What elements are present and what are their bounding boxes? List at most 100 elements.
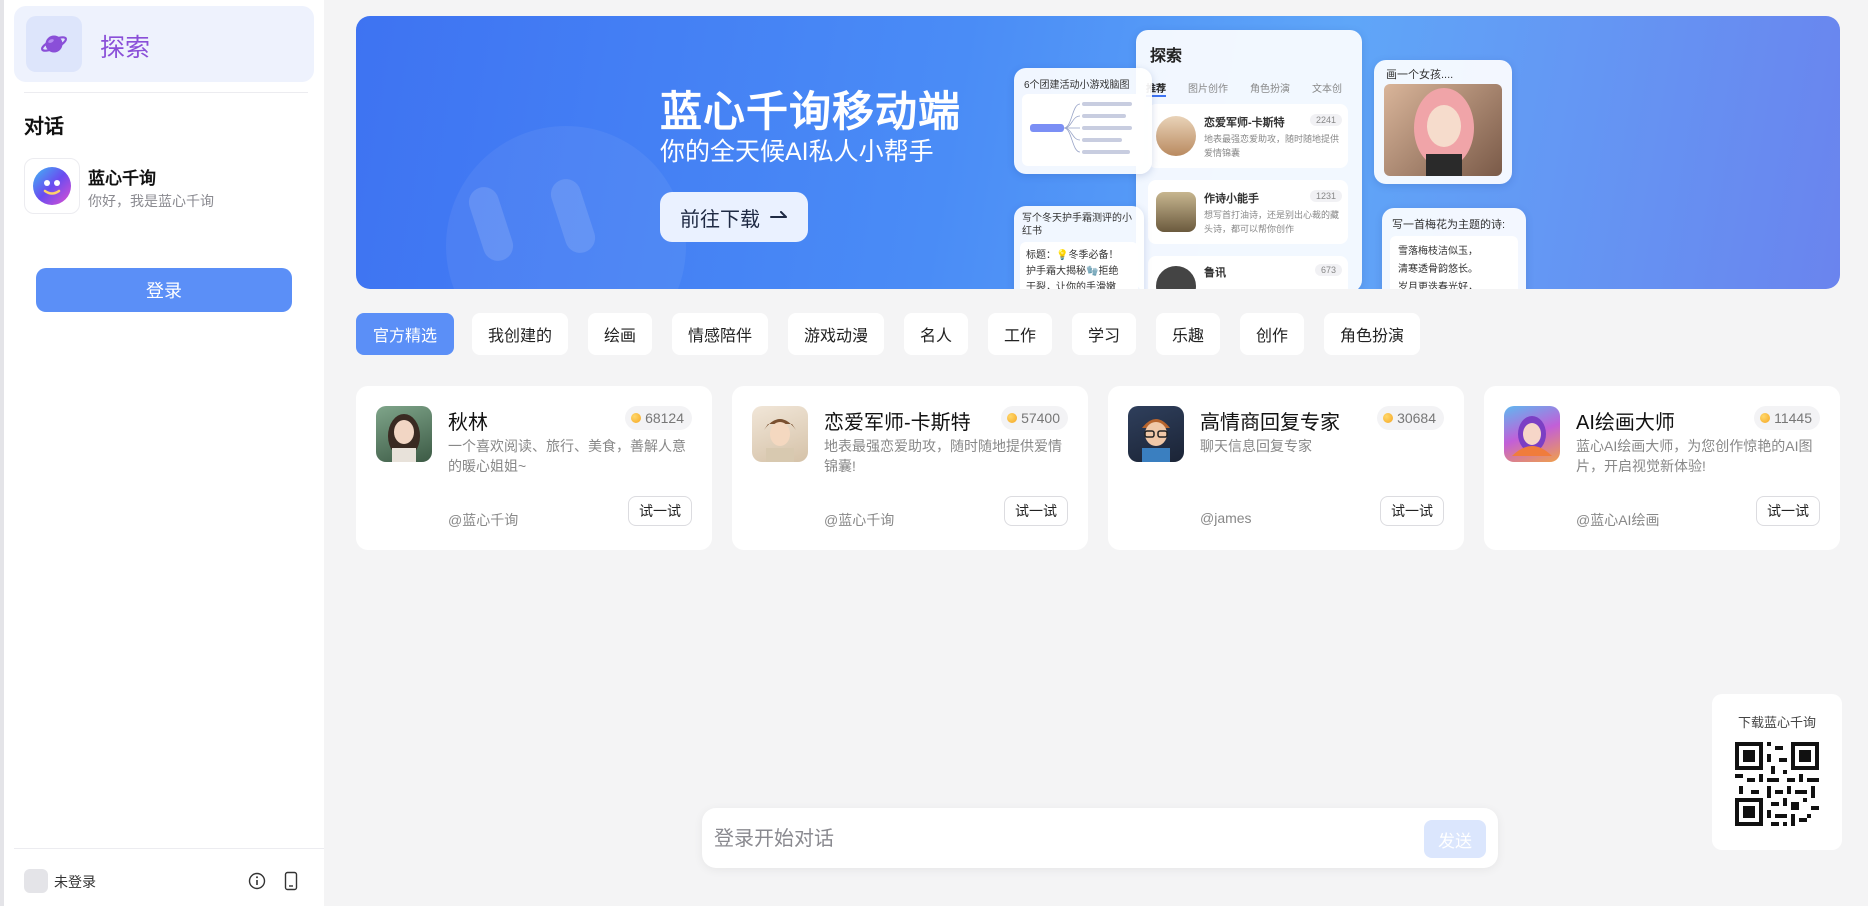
download-button[interactable]: 前往下载 <box>660 192 808 242</box>
card-author: @james <box>1200 510 1252 526</box>
mock-item-count: 2241 <box>1309 114 1342 126</box>
card-title: 恋爱军师-卡斯特 <box>824 412 971 434</box>
user-avatar[interactable] <box>24 869 48 893</box>
sidebar-item-explore[interactable]: 探索 <box>14 6 314 82</box>
mindmap-icon <box>1022 94 1144 166</box>
sidebar: 探索 对话 蓝心千询 你好，我是蓝心千询 登录 未登录 <box>0 0 324 906</box>
mock-note-line: 护手霜大揭秘🧤拒绝 <box>1026 266 1119 277</box>
mock-mindmap-title: 6个团建活动小游戏脑图 <box>1024 80 1130 91</box>
count-badge: 30684 <box>1377 406 1444 430</box>
tab-roleplay[interactable]: 角色扮演 <box>1324 313 1420 355</box>
chat-input[interactable] <box>712 818 1376 860</box>
mock-tab: 文本创 <box>1312 84 1342 95</box>
mock-poem-line: 岁月更迭春光好， <box>1398 282 1478 289</box>
mock-avatar <box>1156 266 1196 289</box>
qr-label: 下载蓝心千询 <box>1737 715 1816 730</box>
mock-item-desc: 想写首打油诗，还是别出心裁的藏头诗，都可以帮你创作 <box>1204 210 1340 234</box>
avatar <box>24 158 80 214</box>
coin-icon <box>631 413 642 423</box>
tab-celebrity[interactable]: 名人 <box>904 313 968 355</box>
count-value: 30684 <box>1397 410 1436 426</box>
divider <box>14 848 324 849</box>
count-value: 11445 <box>1774 410 1812 426</box>
phone-icon[interactable] <box>282 871 300 896</box>
chat-subtitle: 你好，我是蓝心千询 <box>88 193 214 209</box>
download-button-label: 前往下载 <box>680 208 760 231</box>
card-title: 高情商回复专家 <box>1200 412 1340 434</box>
mock-avatar <box>1156 116 1196 156</box>
mock-explore-title: 探索 <box>1150 48 1183 65</box>
try-button[interactable]: 试一试 <box>1380 496 1444 526</box>
tab-emotion[interactable]: 情感陪伴 <box>672 313 768 355</box>
agent-card[interactable]: 高情商回复专家 30684 聊天信息回复专家 @james 试一试 <box>1108 386 1464 550</box>
coin-icon <box>1760 413 1771 423</box>
mock-tab: 角色扮演 <box>1250 84 1290 95</box>
coin-icon <box>1007 413 1018 423</box>
card-description: 蓝心AI绘画大师，为您创作惊艳的AI图片，开启视觉新体验! <box>1576 438 1813 474</box>
count-value: 68124 <box>645 410 684 426</box>
chat-list-item[interactable]: 蓝心千询 你好，我是蓝心千询 <box>24 158 308 218</box>
mock-note-title: 写个冬天护手霜测评的小红书 <box>1022 213 1132 237</box>
count-value: 57400 <box>1021 410 1060 426</box>
mock-item-name: 恋爱军师-卡斯特 <box>1204 117 1285 129</box>
mock-image-title: 画一个女孩.... <box>1386 69 1454 81</box>
section-title: 对话 <box>24 116 64 138</box>
agent-card[interactable]: 恋爱军师-卡斯特 57400 地表最强恋爱助攻，随时随地提供爱情锦囊! @蓝心千… <box>732 386 1088 550</box>
mock-item-count: 1231 <box>1309 190 1342 202</box>
qr-download-panel: 下载蓝心千询 <box>1712 694 1842 850</box>
mock-poem-body: 雪落梅枝洁似玉， 清寒透骨韵悠长。 岁月更迭春光好， <box>1390 236 1518 289</box>
mock-mindmap-card: 6个团建活动小游戏脑图 <box>1014 68 1152 174</box>
banner-subtitle: 你的全天候AI私人小帮手 <box>660 138 934 166</box>
mock-poem-line: 雪落梅枝洁似玉， <box>1398 246 1478 257</box>
arrow-right-icon <box>770 206 788 229</box>
mock-list-item: 作诗小能手 1231 想写首打油诗，还是别出心裁的藏头诗，都可以帮你创作 <box>1148 180 1348 244</box>
tab-fun[interactable]: 乐趣 <box>1156 313 1220 355</box>
tab-study[interactable]: 学习 <box>1072 313 1136 355</box>
count-badge: 11445 <box>1754 406 1820 430</box>
mock-list-item: 恋爱军师-卡斯特 2241 地表最强恋爱助攻，随时随地提供爱情锦囊 <box>1148 104 1348 168</box>
card-author: @蓝心千询 <box>824 512 895 528</box>
mock-item-name: 鲁讯 <box>1204 267 1226 279</box>
login-button[interactable]: 登录 <box>36 268 292 312</box>
mock-note-line: 标题：💡冬季必备！ <box>1026 250 1119 261</box>
mock-note-card: 写个冬天护手霜测评的小红书 标题：💡冬季必备！ 护手霜大揭秘🧤拒绝 干裂，让你的… <box>1014 206 1144 289</box>
chat-name: 蓝心千询 <box>88 169 156 188</box>
try-button[interactable]: 试一试 <box>1004 496 1068 526</box>
mock-poem-card: 写一首梅花为主题的诗: 雪落梅枝洁似玉， 清寒透骨韵悠长。 岁月更迭春光好， <box>1382 208 1526 289</box>
mock-note-line: 干裂，让你的手滑嫩 <box>1026 282 1116 289</box>
count-badge: 57400 <box>1001 406 1068 430</box>
try-button[interactable]: 试一试 <box>628 496 692 526</box>
mock-item-name: 作诗小能手 <box>1204 193 1259 205</box>
tab-drawing[interactable]: 绘画 <box>588 313 652 355</box>
tab-official[interactable]: 官方精选 <box>356 313 454 355</box>
agent-card[interactable]: 秋林 68124 一个喜欢阅读、旅行、美食，善解人意的暖心姐姐~ @蓝心千询 试… <box>356 386 712 550</box>
card-description: 地表最强恋爱助攻，随时随地提供爱情锦囊! <box>824 438 1062 474</box>
mock-list-item: 鲁讯 673 <box>1148 256 1348 289</box>
sidebar-item-label: 探索 <box>100 34 151 62</box>
card-author: @蓝心千询 <box>448 512 519 528</box>
avatar <box>376 406 432 462</box>
chat-input-bar: 发送 <box>702 808 1498 868</box>
card-title: AI绘画大师 <box>1576 412 1675 434</box>
user-status[interactable]: 未登录 <box>54 872 96 892</box>
tab-created[interactable]: 我创建的 <box>472 313 568 355</box>
avatar <box>752 406 808 462</box>
qr-code-icon <box>1735 742 1819 826</box>
avatar <box>1504 406 1560 462</box>
info-icon[interactable] <box>248 872 266 895</box>
planet-icon <box>26 16 82 72</box>
mock-image-card: 画一个女孩.... <box>1374 60 1512 184</box>
mock-tabs: 推荐 图片创作 角色扮演 文本创 <box>1146 80 1342 97</box>
mock-item-desc: 地表最强恋爱助攻，随时随地提供爱情锦囊 <box>1204 134 1340 158</box>
promo-banner[interactable]: 蓝心千询移动端 你的全天候AI私人小帮手 前往下载 探索 推荐 图片创作 角色扮… <box>356 16 1840 289</box>
mock-item-count: 673 <box>1314 264 1342 276</box>
mock-poem-title: 写一首梅花为主题的诗: <box>1392 219 1506 231</box>
portrait-image <box>1384 84 1502 176</box>
try-button[interactable]: 试一试 <box>1756 496 1820 526</box>
send-button[interactable]: 发送 <box>1424 820 1486 858</box>
tab-work[interactable]: 工作 <box>988 313 1052 355</box>
agent-card[interactable]: AI绘画大师 11445 蓝心AI绘画大师，为您创作惊艳的AI图片，开启视觉新体… <box>1484 386 1840 550</box>
card-description: 聊天信息回复专家 <box>1200 438 1312 454</box>
tab-creation[interactable]: 创作 <box>1240 313 1304 355</box>
tab-game-anime[interactable]: 游戏动漫 <box>788 313 884 355</box>
